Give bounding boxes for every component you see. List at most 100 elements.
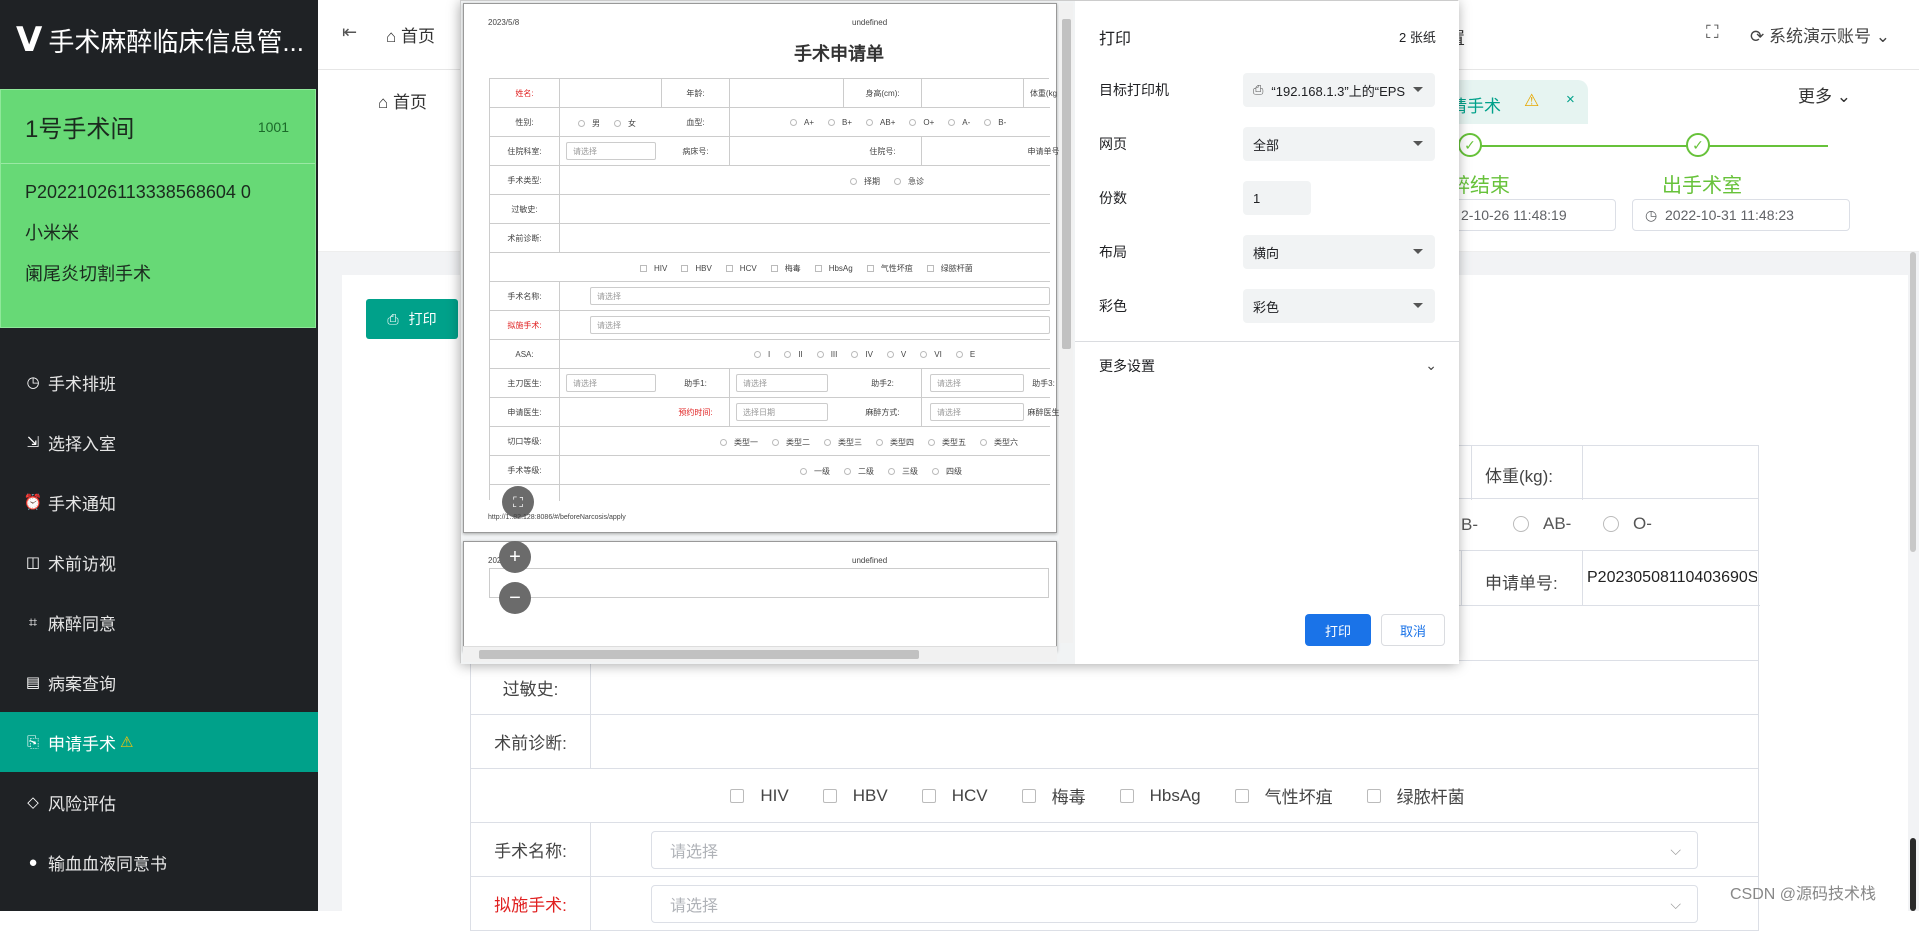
page-scrollbar[interactable] <box>1910 252 1916 552</box>
confirm-print-button[interactable]: 打印 <box>1305 614 1371 646</box>
sidebar-item[interactable]: ⇲ 选择入室 <box>0 412 318 472</box>
collapse-menu-icon[interactable]: ⇤ <box>342 22 357 43</box>
preview-cell: 姓名: <box>490 79 560 108</box>
cancel-print-button[interactable]: 取消 <box>1381 614 1445 646</box>
printer-row: 目标打印机 ⎙ “192.168.1.3”上的“EPS <box>1099 73 1439 107</box>
diamond-icon: ◇ <box>27 794 39 811</box>
preview-option-label: V <box>900 350 907 359</box>
step-time-input[interactable]: ◷ 2022-10-31 11:48:23 <box>1632 199 1850 231</box>
dropdown-icon <box>1413 87 1423 92</box>
record-icon: ▤ <box>25 674 41 691</box>
preview-option: A+ <box>790 118 814 127</box>
preview-cell: 血型: <box>662 108 730 137</box>
surgery-name-select[interactable]: 请选择 ⌵ <box>651 830 1698 869</box>
sidebar-item[interactable]: ⏰ 手术通知 <box>0 472 318 532</box>
preview-option: I <box>754 350 770 359</box>
preview-options: 男女 <box>578 118 650 129</box>
preview-header: undefined <box>852 18 888 27</box>
more-settings[interactable]: 更多设置 ⌄ <box>1099 349 1443 383</box>
copies-label: 份数 <box>1099 190 1127 206</box>
preview-hscroll[interactable] <box>463 646 1057 662</box>
blood-option: O- <box>1633 514 1652 533</box>
preview-cell: 手术类型: <box>490 166 560 195</box>
app-logo[interactable]: V 手术麻醉临床信息管... <box>16 20 304 60</box>
preview-cell: 助手3: <box>1024 369 1064 398</box>
layout-value: 横向 <box>1253 245 1280 261</box>
diagnosis-label: 术前诊断: <box>471 715 591 768</box>
more-tabs[interactable]: 更多 ⌄ <box>1798 82 1851 107</box>
zoom-out-icon[interactable]: − <box>499 582 531 614</box>
sidebar-item[interactable]: ◷ 手术排班 <box>0 352 318 412</box>
preview-page-1: 2023/5/8 undefined 手术申请单 姓名: 年龄: 身高(cm): 体重… <box>463 3 1064 533</box>
sidebar-item[interactable]: ● 输血血液同意书 <box>0 832 318 892</box>
copies-input[interactable]: 1 <box>1243 181 1311 215</box>
preview-row: 主刀医生: 请选择 助手1: 请选择 助手2: 请选择 助手3: <box>490 369 1064 398</box>
sidebar-item[interactable]: ⌗ 麻醉同意 <box>0 592 318 652</box>
preview-url: http://1..82.128:8086/#/beforeNarcosis/a… <box>488 514 626 521</box>
close-icon[interactable]: × <box>1566 91 1575 108</box>
preview-row: 手术等级: 一级 二级 三级 四级 <box>490 456 1050 485</box>
preview-cell: 性别: <box>490 108 560 137</box>
step-label: 醉结束 <box>1450 175 1510 197</box>
weight-label: 体重(kg): <box>1485 467 1553 486</box>
infection-label: HIV <box>760 785 789 805</box>
apply-no-label: 申请单号: <box>1485 574 1558 593</box>
apply-icon: ⎘ <box>26 733 39 751</box>
account-menu[interactable]: ⟳ 系统演示账号 ⌄ <box>1750 22 1890 47</box>
sidebar-item[interactable]: ▤ 病案查询 <box>0 652 318 712</box>
schedule-icon: ◷ <box>26 374 40 391</box>
chevron-down-icon: ⌵ <box>1670 895 1681 912</box>
blood-radio-o-neg[interactable]: O- <box>1603 514 1652 534</box>
preview-options: 类型一 类型二 类型三 类型四 类型五 类型六 <box>720 437 1032 448</box>
infection-label: 绿脓杆菌 <box>1396 788 1465 807</box>
preview-row: 手术类型: 择期 急诊 <box>490 166 1050 195</box>
tab-home-label: 首页 <box>393 93 427 112</box>
infection-checkbox[interactable]: 绿脓杆菌 <box>1366 783 1465 808</box>
preview-option: 类型一 <box>720 437 758 448</box>
layout-select[interactable]: 横向 <box>1243 235 1435 269</box>
printer-icon: ⎙ <box>1253 82 1264 97</box>
watermark: CSDN @源码技术栈 <box>1730 886 1877 903</box>
preview-cell: 住院科室: <box>490 137 560 166</box>
tab-apply-surgery[interactable]: 请手术 ⚠ × <box>1438 80 1588 124</box>
sidebar-item[interactable]: ◇ 风险评估 <box>0 772 318 832</box>
print-button[interactable]: ⎙ 打印 <box>366 299 458 339</box>
tab-home[interactable]: ⌂ 首页 <box>378 88 427 113</box>
infection-checkbox[interactable]: 气性坏疽 <box>1234 783 1333 808</box>
infection-label: 梅毒 <box>1051 788 1086 807</box>
infection-checkbox[interactable]: 梅毒 <box>1021 783 1086 808</box>
form-row-infections: HIV HBV HCV 梅毒 HbsAg 气性坏疽 绿脓杆菌 <box>470 769 1759 823</box>
sidebar-item[interactable]: ⎘ 申请手术 ⚠ <box>0 712 318 772</box>
infection-checkbox[interactable]: HIV <box>730 785 789 806</box>
infection-checkbox[interactable]: HbsAg <box>1119 785 1201 806</box>
account-name: 系统演示账号 <box>1768 27 1871 46</box>
form-row-surgery-name: 手术名称: 请选择 ⌵ <box>470 823 1759 877</box>
preview-option: 类型四 <box>876 437 914 448</box>
infection-checkbox[interactable]: HBV <box>822 786 888 806</box>
preview-date: 2023/5/8 <box>488 18 520 27</box>
fullscreen-icon[interactable]: ⛶ <box>1706 22 1719 43</box>
preview-option: 梅毒 <box>770 263 801 274</box>
page-scrollbar-thumb[interactable] <box>1910 838 1916 911</box>
preview-vscroll[interactable] <box>1059 3 1073 643</box>
refresh-icon: ⟳ <box>1750 27 1765 46</box>
infection-checkbox[interactable]: HCV <box>921 786 988 806</box>
printer-select[interactable]: ⎙ “192.168.1.3”上的“EPS <box>1243 73 1435 107</box>
zoom-in-icon[interactable]: + <box>499 541 531 573</box>
blood-radio-ab-neg[interactable]: AB- <box>1513 514 1571 534</box>
preview-option: 类型五 <box>928 437 966 448</box>
preview-cell: 助手2: <box>844 369 922 398</box>
preview-option: 类型二 <box>772 437 810 448</box>
color-select[interactable]: 彩色 <box>1243 289 1435 323</box>
breadcrumb-home[interactable]: ⌂ 首页 <box>386 22 435 47</box>
sidebar-item[interactable]: ◫ 术前访视 <box>0 532 318 592</box>
planned-select[interactable]: 请选择 ⌵ <box>651 884 1698 923</box>
select-placeholder: 请选择 <box>670 843 719 861</box>
preview-option-label: B- <box>998 118 1007 127</box>
preview-option: HBV <box>681 264 712 273</box>
sheet-count: 2 张纸 <box>1399 30 1436 45</box>
step-time-input[interactable]: 2-10-26 11:48:19 <box>1450 199 1616 231</box>
preview-option-label: II <box>798 350 803 359</box>
infection-label: HbsAg <box>1149 785 1201 805</box>
pages-select[interactable]: 全部 <box>1243 127 1435 161</box>
